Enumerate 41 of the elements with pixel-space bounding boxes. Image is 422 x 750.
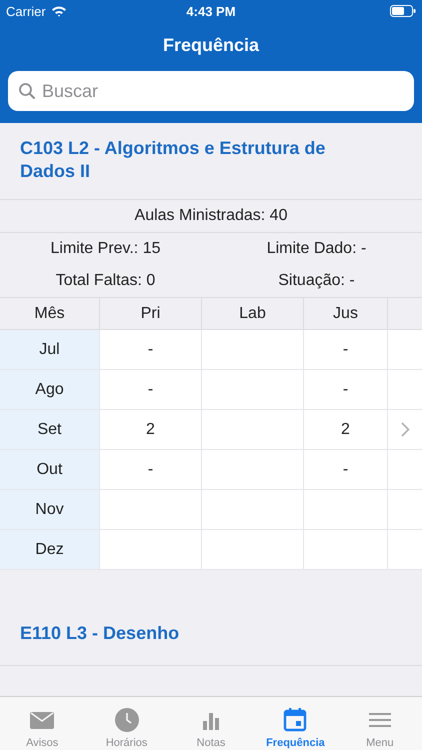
tab-item[interactable]: Frequência bbox=[253, 697, 338, 750]
tab-item[interactable]: Notas bbox=[168, 697, 254, 750]
column-header: Mês bbox=[0, 297, 100, 330]
clock-icon bbox=[114, 707, 140, 733]
month-cell: Set bbox=[0, 410, 100, 450]
month-cell: Jul bbox=[0, 330, 100, 370]
month-cell: Out bbox=[0, 450, 100, 490]
month-cell: Dez bbox=[0, 530, 100, 570]
battery-icon bbox=[390, 5, 416, 17]
calendar-icon bbox=[282, 707, 308, 733]
chevron-icon bbox=[400, 422, 410, 437]
table-cell: 2 bbox=[304, 410, 388, 450]
info-text: Limite Dado: - bbox=[266, 240, 368, 258]
month-cell: Nov bbox=[0, 490, 100, 530]
column-header: Jus bbox=[304, 297, 388, 330]
table-cell: - bbox=[304, 450, 388, 490]
search-field[interactable]: Buscar bbox=[8, 71, 414, 111]
column-header: Pri bbox=[100, 297, 202, 330]
tab-item[interactable]: Menu bbox=[338, 697, 422, 750]
table-cell: - bbox=[304, 370, 388, 410]
table-cell: - bbox=[100, 330, 202, 370]
tab-item[interactable]: Avisos bbox=[0, 697, 84, 750]
course-title: C103 L2 - Algoritmos e Estrutura de Dados II bbox=[19, 137, 326, 183]
table-cell[interactable] bbox=[388, 410, 422, 450]
table-cell: - bbox=[100, 450, 202, 490]
tab-item[interactable]: Horários bbox=[84, 697, 169, 750]
screen-title: Frequência bbox=[162, 34, 260, 57]
info-text: Limite Prev.: 15 bbox=[50, 240, 162, 258]
info-text: Situação: - bbox=[277, 272, 356, 290]
wifi-icon bbox=[50, 5, 67, 17]
info-text: Aulas Ministradas: 40 bbox=[134, 207, 288, 225]
carrier-label: Carrier bbox=[6, 4, 46, 18]
status-time: 4:43 PM bbox=[185, 4, 237, 18]
table-cell: 2 bbox=[100, 410, 202, 450]
course-title: E110 L3 - Desenho bbox=[0, 606, 422, 666]
column-header: Lab bbox=[202, 297, 304, 330]
month-cell: Ago bbox=[0, 370, 100, 410]
table-cell: - bbox=[100, 370, 202, 410]
info-text: Total Faltas: 0 bbox=[54, 272, 156, 290]
search-icon bbox=[18, 82, 36, 100]
table-cell: - bbox=[304, 330, 388, 370]
